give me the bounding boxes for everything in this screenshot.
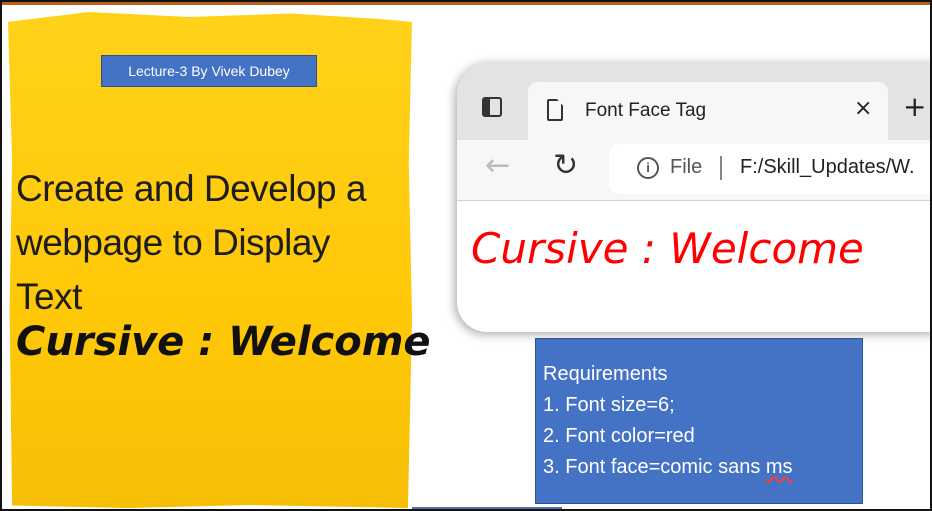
slide-heading: Create and Develop a webpage to Display … xyxy=(16,162,408,324)
requirement-item-2: 2. Font color=red xyxy=(543,425,695,447)
back-icon[interactable]: ← xyxy=(485,148,510,183)
lecture-badge: Lecture-3 By Vivek Dubey xyxy=(101,55,317,87)
tab-bar: Font Face Tag × + xyxy=(457,62,930,140)
info-icon[interactable]: i xyxy=(637,157,659,179)
address-separator xyxy=(720,156,722,180)
slide-frame: Lecture-3 By Vivek Dubey Create and Deve… xyxy=(0,0,932,511)
close-icon[interactable]: × xyxy=(854,96,872,121)
page-icon xyxy=(547,99,563,121)
requirements-title: Requirements xyxy=(543,363,668,385)
tab-font-face-tag[interactable]: Font Face Tag × xyxy=(528,82,888,140)
requirement-item-1: 1. Font size=6; xyxy=(543,394,675,416)
refresh-icon[interactable]: ↻ xyxy=(553,148,578,183)
requirement-item-3-text: 3. Font face=comic sans xyxy=(543,456,766,478)
bottom-accent-line xyxy=(412,507,562,509)
browser-window: Font Face Tag × + ← ↻ i File F:/Skill_Up… xyxy=(457,62,930,332)
tab-actions-icon[interactable] xyxy=(482,97,502,117)
file-label: File xyxy=(670,156,703,178)
requirement-item-3: 3. Font face=comic sans ms xyxy=(543,452,855,483)
heading-line-2: webpage to Display xyxy=(16,222,330,263)
spellcheck-word: ms xyxy=(765,456,793,478)
browser-toolbar: ← ↻ i File F:/Skill_Updates/W. xyxy=(457,140,930,201)
tab-title: Font Face Tag xyxy=(585,100,707,121)
heading-cursive-text: Cursive : Welcome xyxy=(16,319,431,365)
requirements-box: Requirements 1. Font size=6; 2. Font col… xyxy=(535,338,863,504)
page-content-text: Cursive : Welcome xyxy=(471,224,864,273)
heading-line-1: Create and Develop a xyxy=(16,168,366,209)
new-tab-icon[interactable]: + xyxy=(903,90,926,123)
top-accent-line xyxy=(2,2,930,5)
heading-line-3: Text xyxy=(16,276,82,317)
address-bar[interactable]: i File F:/Skill_Updates/W. xyxy=(609,144,930,194)
url-text[interactable]: F:/Skill_Updates/W. xyxy=(740,156,915,179)
